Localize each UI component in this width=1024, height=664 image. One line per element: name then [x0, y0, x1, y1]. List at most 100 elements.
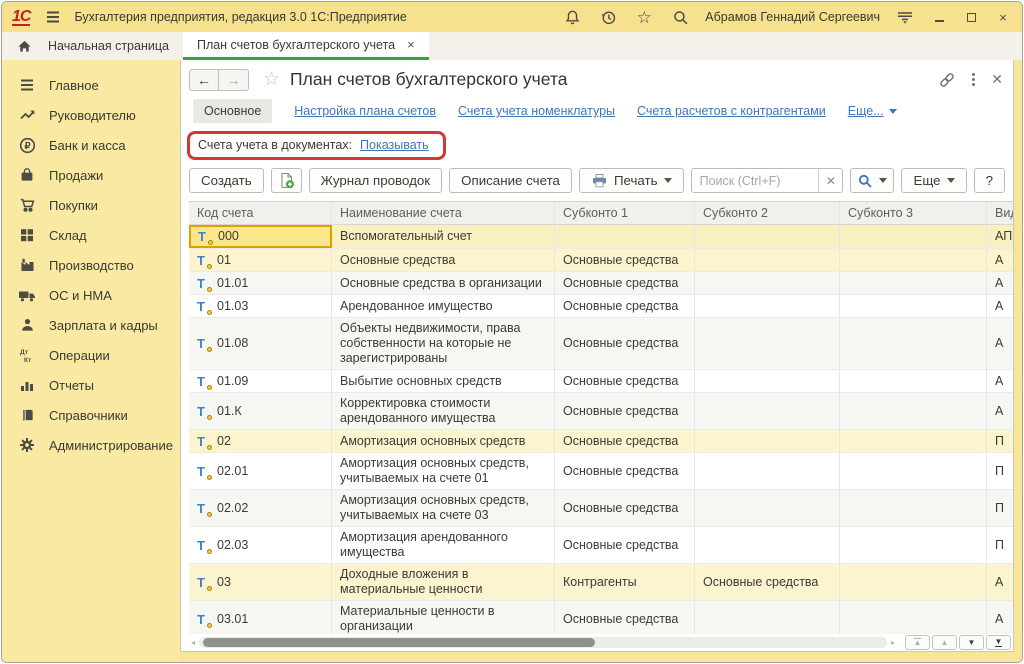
- sidebar-item-menu[interactable]: Главное: [2, 70, 180, 100]
- get-link-icon[interactable]: [938, 71, 956, 89]
- form-tab-link[interactable]: Еще...: [848, 104, 897, 118]
- table-row[interactable]: T 02 Амортизация основных средств Основн…: [189, 430, 1013, 453]
- form-tab-link[interactable]: Счета расчетов с контрагентами: [637, 104, 826, 118]
- print-button[interactable]: Печать: [579, 168, 684, 193]
- notifications-icon[interactable]: [561, 6, 583, 28]
- account-kind: А: [987, 272, 1013, 294]
- form-tab-link[interactable]: Счета учета номенклатуры: [458, 104, 615, 118]
- global-search-icon[interactable]: [669, 6, 691, 28]
- scrollbar-thumb[interactable]: [203, 638, 595, 647]
- more-button[interactable]: Еще: [901, 168, 966, 193]
- account-code: 02.02: [217, 501, 248, 516]
- sidebar-item-book[interactable]: Справочники: [2, 400, 180, 430]
- scroll-right-icon[interactable]: ▸: [891, 639, 895, 647]
- column-header[interactable]: Код счета: [189, 202, 332, 224]
- sidebar-item-dt-kt[interactable]: ДтКт Операции: [2, 340, 180, 370]
- person-icon: [18, 316, 36, 334]
- sidebar-item-label: Зарплата и кадры: [49, 318, 158, 333]
- search-input[interactable]: Поиск (Ctrl+F) ✕: [691, 168, 844, 193]
- sidebar-item-trend[interactable]: Руководителю: [2, 100, 180, 130]
- favorites-icon[interactable]: ☆: [633, 6, 655, 28]
- clear-search-icon[interactable]: ✕: [818, 169, 842, 192]
- table-row[interactable]: T 01 Основные средства Основные средства…: [189, 249, 1013, 272]
- history-icon[interactable]: [597, 6, 619, 28]
- table-row[interactable]: T 01.01 Основные средства в организации …: [189, 272, 1013, 295]
- subconto-3: [840, 601, 987, 634]
- subconto-3: [840, 393, 987, 429]
- column-header[interactable]: Субконто 2: [695, 202, 840, 224]
- column-header[interactable]: Наименование счета: [332, 202, 555, 224]
- sidebar-item-bar-chart[interactable]: Отчеты: [2, 370, 180, 400]
- sidebar-item-warehouse[interactable]: Склад: [2, 220, 180, 250]
- subconto-1: Основные средства: [555, 272, 695, 294]
- subconto-1: Основные средства: [555, 490, 695, 526]
- nav-forward-button[interactable]: →: [219, 69, 249, 91]
- more-options-icon[interactable]: [972, 73, 975, 86]
- form-tab-main[interactable]: Основное: [193, 99, 272, 123]
- row-up-button[interactable]: ▲: [932, 635, 957, 650]
- maximize-button[interactable]: [962, 8, 980, 26]
- account-description-button[interactable]: Описание счета: [449, 168, 572, 193]
- subconto-1: Основные средства: [555, 453, 695, 489]
- sidebar-item-sales-bag[interactable]: Продажи: [2, 160, 180, 190]
- account-code: 03: [217, 575, 231, 590]
- sales-bag-icon: [18, 166, 36, 184]
- service-menu-icon[interactable]: [894, 6, 916, 28]
- table-row[interactable]: T 02.02 Амортизация основных средств, уч…: [189, 490, 1013, 527]
- help-button[interactable]: ?: [974, 168, 1005, 193]
- close-form-icon[interactable]: ✕: [991, 71, 1003, 88]
- table-row[interactable]: T 02.01 Амортизация основных средств, уч…: [189, 453, 1013, 490]
- subconto-3: [840, 490, 987, 526]
- sidebar-item-label: Отчеты: [49, 378, 94, 393]
- subconto-3: [840, 527, 987, 563]
- account-kind: П: [987, 490, 1013, 526]
- sidebar-item-gear[interactable]: Администрирование: [2, 430, 180, 460]
- search-button[interactable]: [850, 168, 894, 193]
- minimize-button[interactable]: [930, 8, 948, 26]
- table-row[interactable]: T 000 Вспомогательный счет АП: [189, 225, 1013, 249]
- sidebar-item-label: Склад: [49, 228, 87, 243]
- journal-button[interactable]: Журнал проводок: [309, 168, 442, 193]
- favorite-star-icon[interactable]: ☆: [263, 68, 280, 91]
- table-row[interactable]: T 01.09 Выбытие основных средств Основны…: [189, 370, 1013, 393]
- table-row[interactable]: T 01.03 Арендованное имущество Основные …: [189, 295, 1013, 318]
- tab-close-icon[interactable]: ×: [407, 37, 415, 52]
- sidebar-item-truck[interactable]: ОС и НМА: [2, 280, 180, 310]
- menu-icon: [18, 76, 36, 94]
- go-first-row-button[interactable]: ▲: [905, 635, 930, 650]
- account-t-icon: T: [197, 405, 210, 418]
- form-tab-link[interactable]: Настройка плана счетов: [294, 104, 436, 118]
- row-down-button[interactable]: ▼: [959, 635, 984, 650]
- sidebar-item-bank[interactable]: ₽ Банк и касса: [2, 130, 180, 160]
- sidebar-item-cart[interactable]: Покупки: [2, 190, 180, 220]
- create-group-button[interactable]: [271, 168, 302, 193]
- nav-back-button[interactable]: ←: [189, 69, 219, 91]
- scroll-left-icon[interactable]: ◂: [191, 639, 195, 647]
- account-t-icon: T: [197, 465, 210, 478]
- account-kind: А: [987, 601, 1013, 634]
- table-row[interactable]: T 02.03 Амортизация арендованного имущес…: [189, 527, 1013, 564]
- sidebar-item-label: Справочники: [49, 408, 128, 423]
- sidebar-item-factory[interactable]: Производство: [2, 250, 180, 280]
- column-header[interactable]: Субконто 3: [840, 202, 987, 224]
- column-header[interactable]: Вид: [987, 202, 1013, 224]
- table-row[interactable]: T 03 Доходные вложения в материальные це…: [189, 564, 1013, 601]
- current-user[interactable]: Абрамов Геннадий Сергеевич: [705, 10, 880, 24]
- column-header[interactable]: Субконто 1: [555, 202, 695, 224]
- account-t-icon: T: [197, 337, 210, 350]
- sidebar-item-person[interactable]: Зарплата и кадры: [2, 310, 180, 340]
- sidebar-item-label: ОС и НМА: [49, 288, 112, 303]
- horizontal-scrollbar[interactable]: [199, 637, 887, 648]
- show-link[interactable]: Показывать: [360, 138, 429, 152]
- create-button[interactable]: Создать: [189, 168, 264, 193]
- table-row[interactable]: T 01.08 Объекты недвижимости, права собс…: [189, 318, 1013, 370]
- main-menu-icon[interactable]: [42, 6, 64, 28]
- tab-home[interactable]: Начальная страница: [2, 32, 183, 60]
- table-row[interactable]: T 03.01 Материальные ценности в организа…: [189, 601, 1013, 634]
- close-window-button[interactable]: ×: [994, 8, 1012, 26]
- account-kind: П: [987, 453, 1013, 489]
- tab-chart-of-accounts[interactable]: План счетов бухгалтерского учета ×: [183, 32, 429, 60]
- go-last-row-button[interactable]: ▼: [986, 635, 1011, 650]
- table-row[interactable]: T 01.К Корректировка стоимости арендован…: [189, 393, 1013, 430]
- table-header[interactable]: Код счетаНаименование счетаСубконто 1Суб…: [189, 202, 1013, 225]
